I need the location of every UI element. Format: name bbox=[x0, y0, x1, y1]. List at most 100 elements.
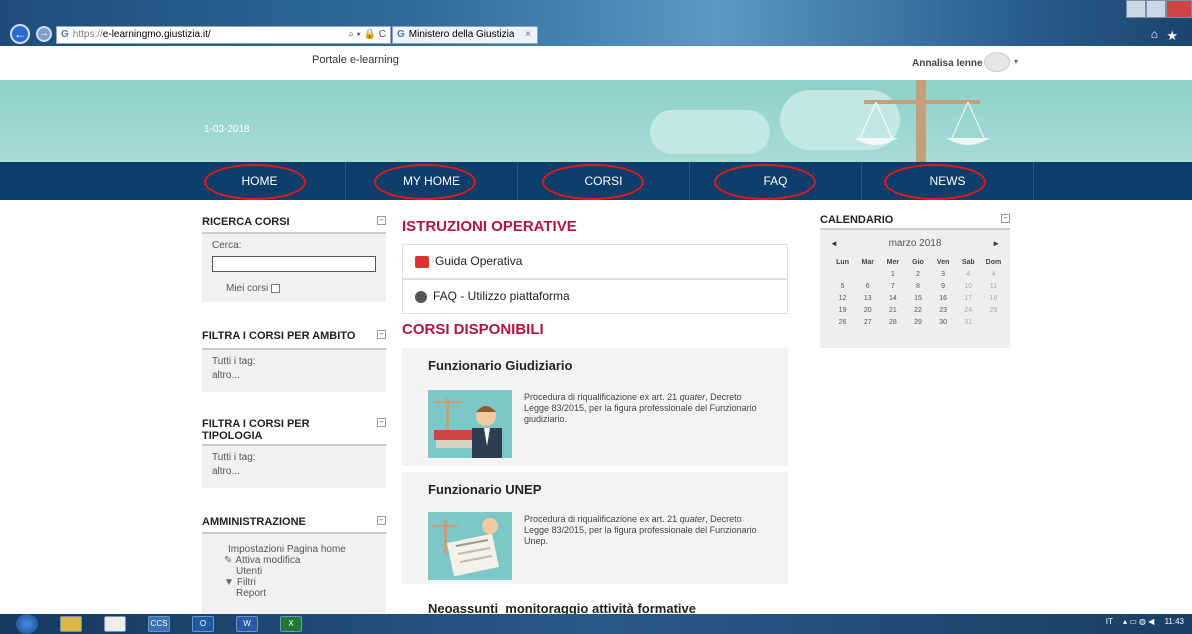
close-window-button[interactable] bbox=[1166, 0, 1192, 18]
hero-banner: 1-03-2018 bbox=[0, 80, 1192, 162]
calendar-day[interactable]: 20 bbox=[855, 304, 880, 316]
resource-guida-operativa[interactable]: Guida Operativa bbox=[402, 244, 788, 279]
calendar-day[interactable]: 28 bbox=[880, 316, 905, 328]
document-icon[interactable] bbox=[104, 616, 126, 632]
calendar-day[interactable]: 25 bbox=[981, 304, 1006, 316]
collapse-icon[interactable]: – bbox=[377, 330, 386, 339]
calendar-day[interactable]: 14 bbox=[880, 292, 905, 304]
calendar-day[interactable]: 19 bbox=[830, 304, 855, 316]
justice-scales-illustration bbox=[854, 80, 990, 162]
calendar-day[interactable]: 11 bbox=[981, 280, 1006, 292]
calendar-day[interactable]: 6 bbox=[855, 280, 880, 292]
back-button[interactable]: ← bbox=[10, 24, 30, 44]
user-name[interactable]: Annalisa Ienne bbox=[912, 58, 983, 69]
calendar-day[interactable]: 23 bbox=[931, 304, 956, 316]
tags-label: Tutti i tag: bbox=[212, 452, 256, 463]
collapse-icon[interactable]: – bbox=[377, 216, 386, 225]
forward-button[interactable]: → bbox=[36, 26, 52, 42]
collapse-icon[interactable]: – bbox=[377, 516, 386, 525]
calendar-day[interactable]: 16 bbox=[931, 292, 956, 304]
course-image[interactable] bbox=[428, 390, 512, 458]
miei-corsi-checkbox[interactable] bbox=[271, 283, 281, 293]
highlight-ellipse bbox=[204, 164, 306, 200]
minimize-button[interactable] bbox=[1126, 0, 1146, 18]
admin-item-utenti[interactable]: Utenti bbox=[228, 566, 376, 577]
course-title[interactable]: Funzionario UNEP bbox=[428, 482, 541, 497]
calendar-day[interactable]: 27 bbox=[855, 316, 880, 328]
calendar-day[interactable]: 5 bbox=[830, 280, 855, 292]
collapse-icon[interactable]: – bbox=[1001, 214, 1010, 223]
calendar-day[interactable]: 2 bbox=[905, 268, 930, 280]
language-indicator[interactable]: IT bbox=[1106, 617, 1113, 626]
calendar-day[interactable]: 10 bbox=[956, 280, 981, 292]
cerca-label: Cerca: bbox=[212, 240, 242, 251]
favorites-star-icon[interactable]: ★ bbox=[1166, 28, 1178, 44]
user-menu-chevron-down-icon[interactable]: ▾ bbox=[1014, 57, 1018, 66]
calendar-day[interactable]: 12 bbox=[830, 292, 855, 304]
tab-close-icon[interactable]: × bbox=[525, 27, 531, 43]
maximize-button[interactable] bbox=[1146, 0, 1166, 18]
calendar-day[interactable]: 15 bbox=[905, 292, 930, 304]
highlight-ellipse bbox=[714, 164, 816, 200]
highlight-ellipse bbox=[884, 164, 986, 200]
calendar-day[interactable]: 31 bbox=[956, 316, 981, 328]
desc-em: quater bbox=[679, 514, 706, 524]
admin-item-attiva-modifica[interactable]: ✎ Attiva modifica bbox=[224, 555, 376, 566]
calendar-widget: ◄ marzo 2018 ► Lun Mar Mer Gio Ven Sab D… bbox=[820, 230, 1010, 348]
amministrazione-title: AMMINISTRAZIONE bbox=[202, 516, 306, 528]
weekday: Ven bbox=[936, 258, 950, 266]
address-bar[interactable]: Ghttps://e-learningmo.giustizia.it/ ⌕ ▾ … bbox=[56, 26, 391, 44]
calendar-day[interactable]: 9 bbox=[931, 280, 956, 292]
calendar-day[interactable]: 1 bbox=[880, 268, 905, 280]
search-input[interactable] bbox=[212, 256, 376, 272]
calendar-day[interactable]: 4 bbox=[981, 268, 1006, 280]
calendar-day[interactable]: 21 bbox=[880, 304, 905, 316]
miei-corsi-row: Miei corsi bbox=[212, 283, 376, 294]
admin-item-filtri[interactable]: ▼ Filtri bbox=[224, 577, 376, 588]
weekday: Mer bbox=[886, 258, 900, 266]
pencil-icon: ✎ bbox=[224, 555, 233, 566]
calendar-day[interactable]: 22 bbox=[905, 304, 930, 316]
course-title[interactable]: Funzionario Giudiziario bbox=[428, 358, 572, 373]
calendar-next-icon[interactable]: ► bbox=[992, 239, 1000, 248]
explorer-icon[interactable] bbox=[60, 616, 82, 632]
excel-icon[interactable]: X bbox=[280, 616, 302, 632]
portal-name[interactable]: Portale e-learning bbox=[312, 54, 399, 66]
clock[interactable]: 11:43 bbox=[1165, 617, 1184, 626]
url-host: e-learningmo.giustizia.it/ bbox=[102, 29, 211, 40]
start-button[interactable] bbox=[16, 614, 38, 634]
site-header: Portale e-learning Annalisa Ienne ▾ bbox=[0, 46, 1192, 80]
calendar-day[interactable]: 18 bbox=[981, 292, 1006, 304]
resource-faq[interactable]: FAQ - Utilizzo piattaforma bbox=[402, 279, 788, 314]
tray-icons[interactable]: ▴ ▭ ◍ ◀ bbox=[1123, 617, 1154, 626]
tag-link[interactable]: altro... bbox=[212, 370, 376, 381]
corsi-disponibili-title: CORSI DISPONIBILI bbox=[402, 321, 544, 338]
weekday: Gio bbox=[912, 258, 924, 266]
calendar-day[interactable]: 17 bbox=[956, 292, 981, 304]
address-controls[interactable]: ⌕ ▾ 🔒 C bbox=[348, 27, 386, 43]
admin-item-report[interactable]: Report bbox=[228, 588, 376, 599]
browser-tab[interactable]: G Ministero della Giustizia × bbox=[392, 26, 538, 44]
calendar-day[interactable]: 7 bbox=[880, 280, 905, 292]
admin-item-impostazioni[interactable]: Impostazioni Pagina home bbox=[228, 544, 376, 555]
tag-link[interactable]: altro... bbox=[212, 466, 376, 477]
user-avatar[interactable] bbox=[984, 52, 1010, 72]
collapse-icon[interactable]: – bbox=[377, 418, 386, 427]
weekday: Dom bbox=[985, 258, 1002, 266]
browser-toolbar: ← → Ghttps://e-learningmo.giustizia.it/ … bbox=[0, 0, 1192, 46]
word-icon[interactable]: W bbox=[236, 616, 258, 632]
calendar-day[interactable]: 8 bbox=[905, 280, 930, 292]
calendar-day[interactable]: 3 bbox=[931, 268, 956, 280]
home-icon[interactable]: ⌂ bbox=[1151, 27, 1158, 41]
calendar-day[interactable]: 24 bbox=[956, 304, 981, 316]
app-icon[interactable]: CCS bbox=[148, 616, 170, 632]
calendar-day[interactable]: 30 bbox=[931, 316, 956, 328]
course-image[interactable] bbox=[428, 512, 512, 580]
calendar-day[interactable]: 26 bbox=[830, 316, 855, 328]
tab-title: Ministero della Giustizia bbox=[408, 29, 515, 40]
calendar-day[interactable]: 29 bbox=[905, 316, 930, 328]
resource-label: FAQ - Utilizzo piattaforma bbox=[433, 289, 570, 303]
calendar-day[interactable]: 4 bbox=[956, 268, 981, 280]
outlook-icon[interactable]: O bbox=[192, 616, 214, 632]
calendar-day[interactable]: 13 bbox=[855, 292, 880, 304]
